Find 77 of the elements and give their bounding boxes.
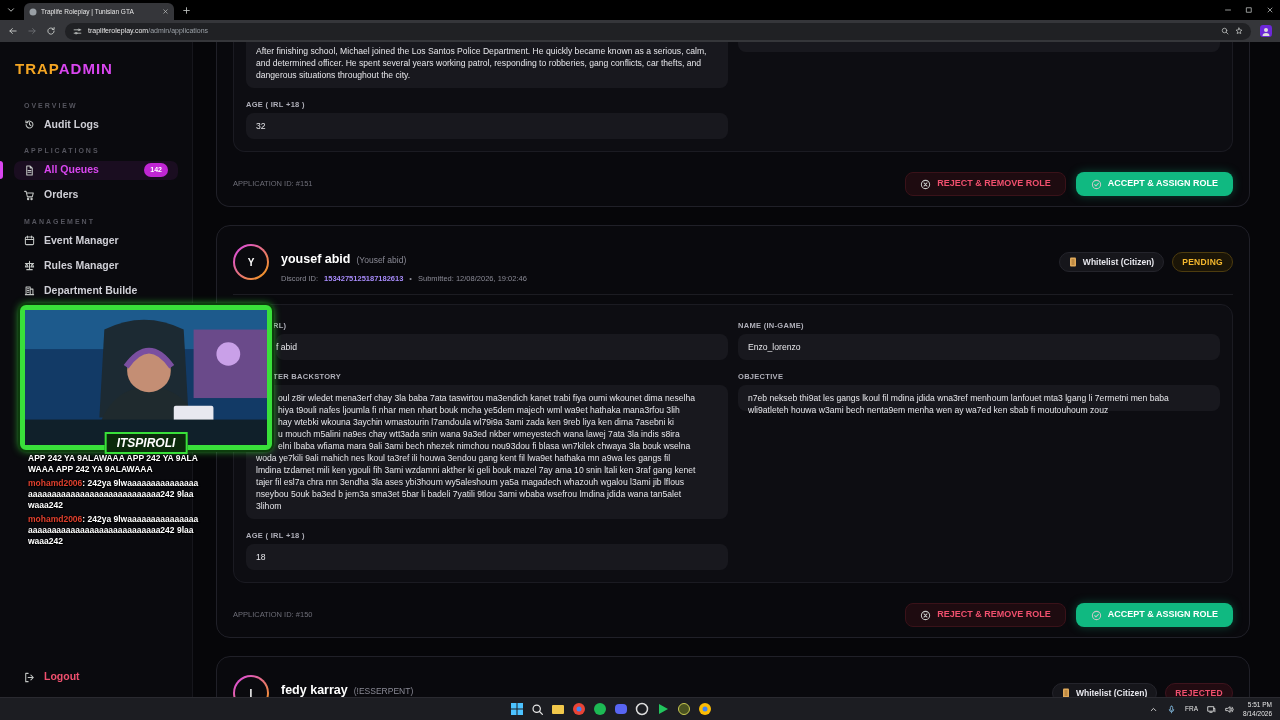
check-circle-icon [1090, 178, 1102, 190]
text-line: tajer fil esl7a chra mn 3endha 3la ases ybi3houm wy5aleshoum ya5a magadech whazouh wgalou l3ami jib lflous [256, 476, 686, 488]
scroll-icon [1061, 688, 1070, 697]
close-icon[interactable] [1266, 6, 1274, 14]
browser-icon[interactable] [572, 702, 586, 716]
applicant-alias: (Yousef abid) [356, 255, 407, 265]
site-settings-icon[interactable] [73, 26, 82, 36]
reject-button[interactable]: REJECT & REMOVE ROLE [905, 603, 1066, 627]
search-icon[interactable] [531, 702, 544, 716]
sidebar-item[interactable]: Audit Logs [14, 115, 178, 134]
text-line: woda ye7kili 9ali mahich nes lkoul ta3ref ili houwa 3endou gang kent fil lwa9et hathaka mn a9wa les gangs fil [256, 452, 672, 464]
close-icon[interactable] [162, 8, 169, 15]
volume-icon[interactable] [1225, 704, 1235, 714]
avatar: Y [233, 244, 269, 280]
chat-app-icon[interactable] [614, 702, 628, 716]
type-badge: Whitelist (Citizen) [1051, 682, 1158, 697]
back-icon[interactable] [8, 26, 18, 36]
favicon-icon [29, 7, 37, 16]
sidebar-item[interactable]: Department Builde [14, 281, 178, 300]
field-value: 18 [246, 544, 728, 570]
text-line: oul z8ir wledet mena3erf chay 3la baba 7ata taswirtou ma3endich kanet trabi fiya oumi wkounet dima neselha [277, 392, 697, 404]
folder-icon[interactable] [551, 702, 565, 716]
status-badge: REJECTED [1165, 682, 1233, 697]
status-badge: PENDING [1172, 251, 1233, 273]
chat-message: mohamd2006: 242ya 9lwaaaaaaaaaaaaaaaaaaaaaaaaaaaaaaaaaaaaaaaaaaa242 9laawaaa242 [28, 478, 200, 511]
applicant-name: fedy karray [281, 683, 348, 697]
text-line: hiya t9ouli nafes ljoumla fi nhar men nhart bouk mcha ye5dem majech wml wa9et hathaka mana3rfou 3lih [277, 404, 681, 416]
applicant-name: yousef abid [281, 252, 351, 266]
sidebar-item[interactable]: Orders [14, 185, 178, 205]
chat-message: mohamd2006: 242ya 9lwaaaaaaaaaaaaaaaaaaaaaaaaaaaaaaaaaaaaaaaaaaa242 9laawaaa242 [28, 514, 200, 547]
active-indicator [0, 161, 3, 179]
field-value: f abid [276, 334, 728, 360]
type-badge: Whitelist (Citizen) [1058, 251, 1165, 273]
document-icon [24, 164, 35, 176]
music-icon[interactable] [593, 702, 607, 716]
field-value: 32 [246, 113, 728, 139]
app-icon[interactable] [677, 702, 691, 716]
avatar: I [233, 675, 269, 697]
play-icon[interactable] [656, 702, 670, 716]
text-line: 3lihom [256, 500, 283, 512]
profile-icon [1260, 25, 1272, 37]
streamer-name: ITSPIROLI [104, 432, 188, 454]
reload-icon[interactable] [46, 26, 56, 36]
scale-icon [24, 260, 35, 271]
text-line: hay wtebki wkouna 3aychin wmastourin l7amdoula wl79i9a 3ami zada ken 9reb liya ken dima 7asebni ki [277, 416, 675, 428]
tab-list-icon[interactable] [6, 5, 16, 15]
logout-link[interactable]: Logout [14, 669, 178, 685]
clock-icon [24, 119, 35, 130]
zoom-icon[interactable] [1221, 27, 1229, 35]
chat-message: APP 242 YA 9ALAWAAA APP 242 YA 9ALAWAAA APP 242 YA 9ALAWAAA [28, 453, 199, 475]
scroll-icon [1068, 257, 1077, 267]
text-line: u mouch m5alini na9es chay wtt3ada snin wana 9a3ed nkber wmeyestech wana lawej 7ata 3la indis s8ira [277, 428, 681, 440]
field-value: Enzo_lorenzo [738, 334, 1220, 360]
microphone-icon[interactable] [1167, 704, 1177, 714]
applicant-alias: (!ESSERPENT) [353, 686, 414, 696]
logout-icon [24, 671, 35, 683]
bookmark-star-icon[interactable] [1235, 27, 1243, 35]
start-icon [510, 702, 524, 716]
sidebar-item[interactable]: Event Manager [14, 231, 178, 250]
network-icon[interactable] [1207, 704, 1217, 714]
sidebar-item[interactable]: Rules Manager [14, 256, 178, 275]
building-icon [24, 285, 35, 296]
browser-icon[interactable] [698, 702, 712, 716]
calendar-icon [24, 235, 35, 246]
logo: TRAPADMIN [15, 59, 114, 79]
check-circle-icon [1090, 609, 1102, 621]
app-icon[interactable] [635, 702, 649, 716]
cart-icon [24, 189, 35, 201]
text-line: lmdina tzdamet mili ken ygouli fih 3ami wzdamni akther ki geli bouk mazel 7ay ama 10 snin ltali ken 3raf gang kenet [256, 464, 697, 476]
text-line: elni lbaba wfiama mara 9ali 3ami bech nhezek nimchou nou93dou fi blasa wn7kilek chwaya 3la bouk wselna [277, 440, 692, 452]
x-circle-icon [920, 609, 932, 621]
maximize-icon[interactable] [1245, 6, 1253, 14]
text-line: nseybou 5ouk ba3ed b jem3a sma3et 5bar li badeli 7yatili 9tlou 3ami wbaba wsefrou lmdina jdida wana tan5alet [256, 488, 683, 500]
new-tab-icon[interactable] [182, 5, 191, 15]
field-value: After finishing school, Michael joined the Los Santos Police Department. He quickly became known as a serious, calm, and determined officer. He spent several years working patrol, responding to robberies, gang conflicts, car thefts, and dangerous situations throughout the city. [246, 42, 728, 88]
reject-button[interactable]: REJECT & REMOVE ROLE [905, 172, 1066, 196]
x-circle-icon [920, 178, 932, 190]
